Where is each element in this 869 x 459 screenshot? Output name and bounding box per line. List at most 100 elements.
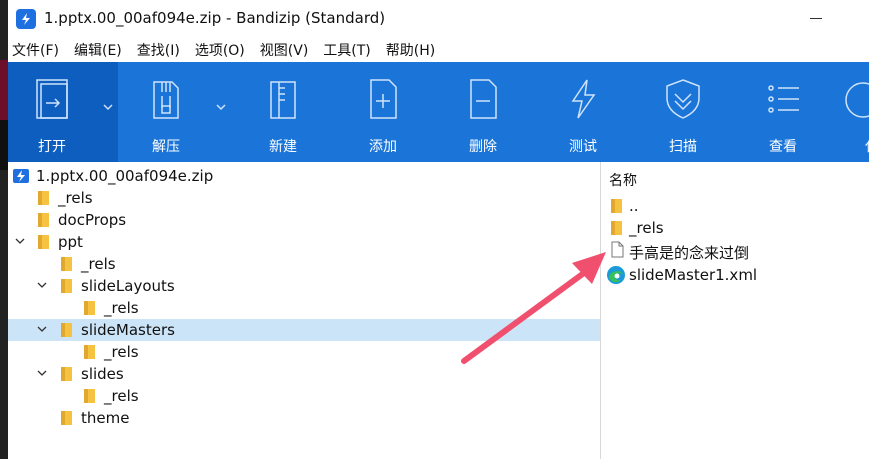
menu-tools[interactable]: 工具(T)	[323, 40, 370, 60]
menu-view[interactable]: 视图(V)	[260, 40, 309, 60]
delete-label: 删除	[469, 139, 497, 155]
tree-root-label: 1.pptx.00_00af094e.zip	[36, 167, 214, 185]
folder-icon	[38, 213, 49, 227]
list-view-icon	[768, 85, 799, 113]
menu-bar: 文件(F) 编辑(E) 查找(I) 选项(O) 视图(V) 工具(T) 帮助(H…	[8, 38, 869, 62]
lightning-icon	[571, 79, 596, 119]
blank-file-icon	[611, 241, 624, 258]
list-item-label: 手高是的念来过倒	[629, 244, 750, 262]
list-item[interactable]: ..	[601, 194, 869, 218]
folder-icon	[38, 235, 49, 249]
minimize-button[interactable]	[810, 18, 822, 19]
more-label: 代	[865, 136, 869, 156]
list-item-label: _rels	[629, 219, 664, 237]
desktop-wallpaper-strip	[0, 60, 8, 120]
file-list: 名称 .. _rels 手高是的念来过倒 slideMaster1.xml	[601, 162, 869, 459]
tree-item[interactable]: _rels	[8, 341, 600, 363]
new-label: 新建	[269, 139, 297, 155]
open-icon	[36, 79, 68, 119]
delete-button[interactable]: 删除	[443, 62, 523, 162]
extract-zip-icon	[153, 81, 179, 119]
tree-item[interactable]: docProps	[8, 209, 600, 231]
name-column-header[interactable]: 名称	[609, 170, 637, 190]
test-label: 测试	[569, 139, 597, 155]
tree-item[interactable]: theme	[8, 407, 600, 429]
title-bar: 1.pptx.00_00af094e.zip - Bandizip (Stand…	[8, 0, 869, 38]
chevron-down-icon[interactable]	[36, 279, 48, 291]
code-icon	[845, 82, 869, 118]
add-label: 添加	[369, 139, 397, 155]
tree-item-label: _rels	[81, 255, 116, 273]
edge-browser-icon	[607, 266, 625, 284]
menu-options[interactable]: 选项(O)	[195, 40, 245, 60]
tree-item-label: ppt	[58, 233, 83, 251]
bandizip-window: 1.pptx.00_00af094e.zip - Bandizip (Stand…	[8, 0, 869, 459]
zip-archive-icon	[13, 169, 29, 183]
scan-label: 扫描	[669, 139, 697, 155]
tree-item-label: theme	[81, 409, 130, 427]
chevron-down-icon[interactable]	[36, 367, 48, 379]
tree-item[interactable]: _rels	[8, 253, 600, 275]
test-button[interactable]: 测试	[543, 62, 623, 162]
menu-edit[interactable]: 编辑(E)	[74, 40, 122, 60]
list-item[interactable]: _rels	[601, 216, 869, 240]
chevron-down-icon[interactable]	[36, 323, 48, 335]
open-label: 打开	[38, 139, 66, 155]
tree-item-label: _rels	[104, 299, 139, 317]
open-dropdown-chevron-icon[interactable]	[101, 100, 115, 114]
tree-item-selected[interactable]: slideMasters	[8, 319, 600, 341]
folder-icon	[84, 301, 95, 315]
tree-item[interactable]: slides	[8, 363, 600, 385]
add-file-icon	[370, 79, 397, 119]
scan-button[interactable]: 扫描	[643, 62, 723, 162]
tree-item-label: _rels	[58, 189, 93, 207]
folder-icon	[61, 367, 72, 381]
extract-button[interactable]: 解压	[126, 62, 206, 162]
tree-item-label: docProps	[58, 211, 127, 229]
tree-item[interactable]: slideLayouts	[8, 275, 600, 297]
desktop-wallpaper-strip	[0, 120, 8, 170]
extract-dropdown-chevron-icon[interactable]	[214, 100, 228, 114]
toolbar: 打开 解压 新建 添加 删除 测试 扫描 查看	[8, 62, 869, 162]
tree-root[interactable]: 1.pptx.00_00af094e.zip	[8, 165, 600, 187]
new-archive-button[interactable]: 新建	[243, 62, 323, 162]
add-button[interactable]: 添加	[343, 62, 423, 162]
view-button[interactable]: 查看	[743, 62, 823, 162]
shield-icon	[666, 79, 700, 119]
desktop-background	[0, 0, 8, 459]
tree-item[interactable]: _rels	[8, 385, 600, 407]
folder-icon	[38, 191, 49, 205]
list-item[interactable]: slideMaster1.xml	[601, 263, 869, 287]
tree-item[interactable]: ppt	[8, 231, 600, 253]
open-button[interactable]: 打开	[8, 62, 96, 162]
tree-item-label: slideLayouts	[81, 277, 175, 295]
extract-label: 解压	[152, 139, 180, 155]
chevron-down-icon[interactable]	[14, 235, 26, 247]
list-item-label: ..	[629, 197, 639, 215]
folder-icon	[84, 389, 95, 403]
tree-item[interactable]: _rels	[8, 297, 600, 319]
folder-icon	[61, 279, 72, 293]
folder-icon	[84, 345, 95, 359]
delete-file-icon	[470, 79, 497, 119]
menu-help[interactable]: 帮助(H)	[386, 40, 435, 60]
folder-icon	[611, 199, 622, 213]
folder-icon	[611, 221, 622, 235]
folder-icon	[61, 257, 72, 271]
bandizip-app-icon	[16, 9, 36, 29]
tree-item[interactable]: _rels	[8, 187, 600, 209]
tree-item-label: slides	[81, 365, 124, 383]
list-item[interactable]: 手高是的念来过倒	[601, 239, 869, 263]
window-title: 1.pptx.00_00af094e.zip - Bandizip (Stand…	[44, 9, 386, 27]
menu-file[interactable]: 文件(F)	[12, 40, 59, 60]
list-item-label: slideMaster1.xml	[629, 266, 758, 284]
folder-tree: 1.pptx.00_00af094e.zip _rels docProps pp…	[8, 162, 600, 459]
folder-icon	[61, 411, 72, 425]
tree-item-label: _rels	[104, 343, 139, 361]
folder-icon	[61, 323, 72, 337]
tree-item-label: slideMasters	[81, 321, 175, 339]
menu-find[interactable]: 查找(I)	[137, 40, 180, 60]
tree-item-label: _rels	[104, 387, 139, 405]
view-label: 查看	[769, 139, 797, 155]
more-button[interactable]: 代	[843, 62, 869, 162]
